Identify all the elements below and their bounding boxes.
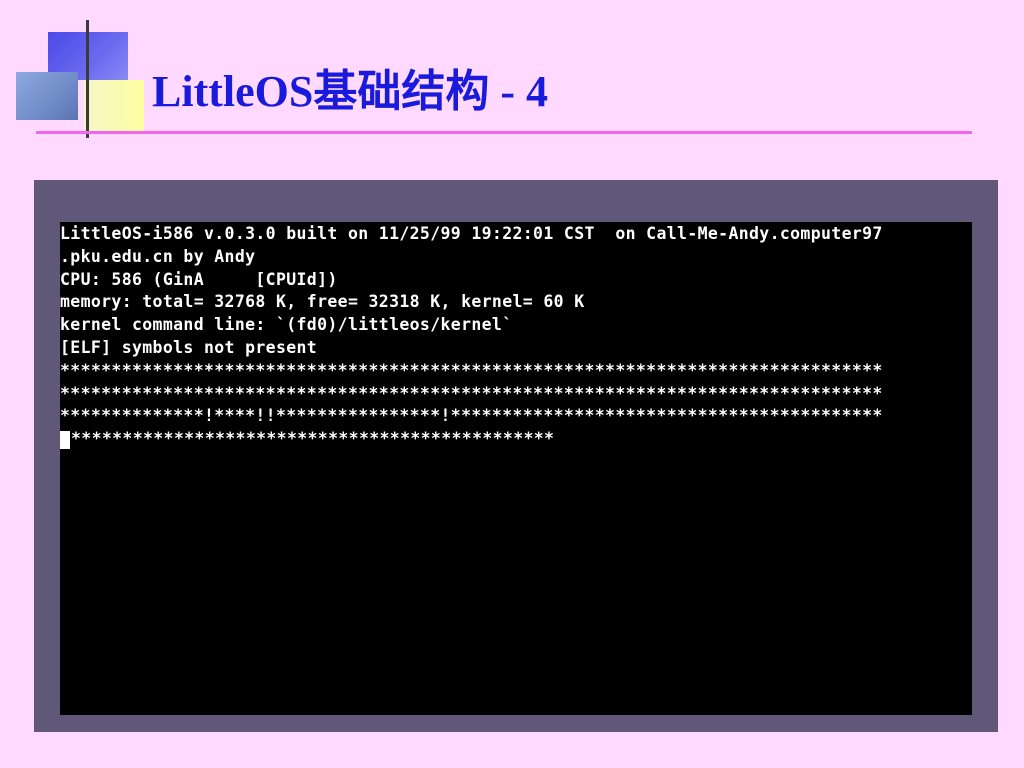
console-line: memory: total= 32768 K, free= 32318 K, k… bbox=[60, 292, 585, 312]
console-screen: LittleOS-i586 v.0.3.0 built on 11/25/99 … bbox=[60, 222, 972, 715]
console-last-line: ****************************************… bbox=[60, 428, 972, 451]
title-underline bbox=[36, 131, 972, 134]
console-line-text: ****************************************… bbox=[71, 429, 555, 449]
slide-title: LittleOS基础结构 - 4 bbox=[152, 67, 548, 116]
console-line: LittleOS-i586 v.0.3.0 built on 11/25/99 … bbox=[60, 224, 883, 243]
console-line: [ELF] symbols not present bbox=[60, 337, 318, 357]
console-line: ****************************************… bbox=[60, 383, 883, 403]
decorative-vertical-line bbox=[86, 20, 89, 138]
decorative-steel-square bbox=[16, 72, 78, 120]
text-cursor bbox=[60, 430, 70, 449]
console-line: kernel command line: `(fd0)/littleos/ker… bbox=[60, 315, 513, 335]
console-line: CPU: 586 (GinA [CPUId]) bbox=[60, 269, 338, 289]
console-output: LittleOS-i586 v.0.3.0 built on 11/25/99 … bbox=[60, 223, 972, 451]
console-line: **************!****!!****************!**… bbox=[60, 406, 883, 426]
console-line: .pku.edu.cn by Andy bbox=[60, 246, 256, 266]
console-line: ****************************************… bbox=[60, 360, 883, 380]
decorative-yellow-square bbox=[84, 80, 144, 132]
